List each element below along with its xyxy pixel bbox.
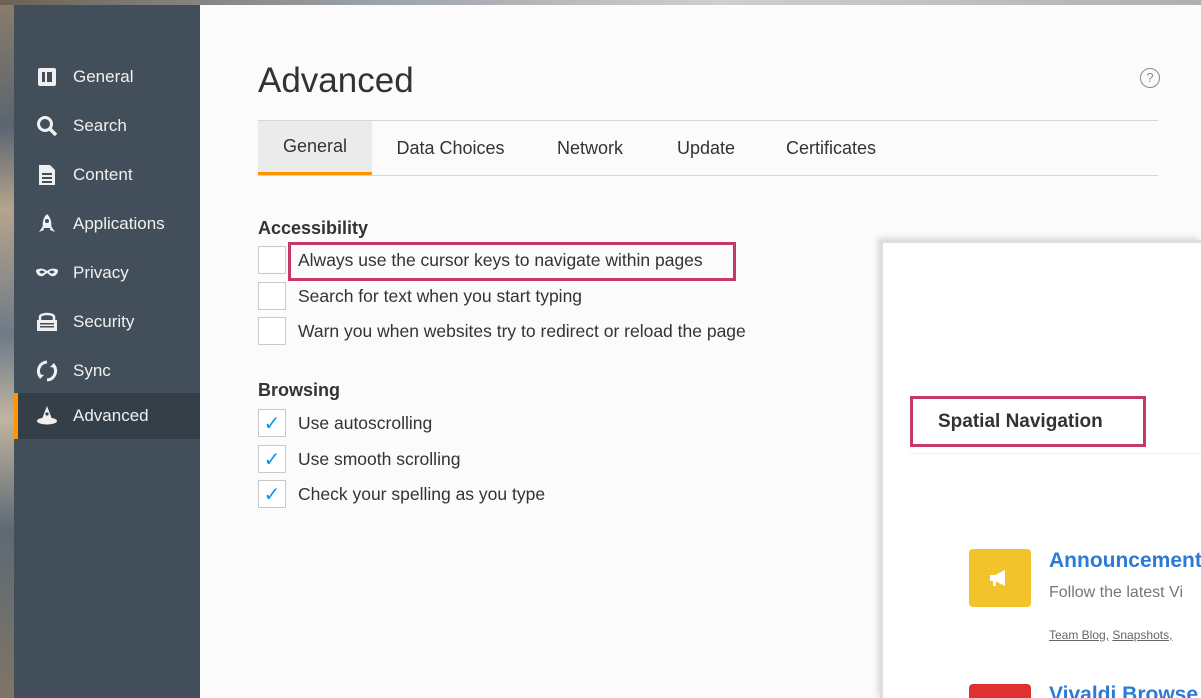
sidebar-item-label: Privacy [73,263,129,282]
megaphone-icon [969,549,1031,607]
sidebar-item-label: General [73,67,134,86]
checkbox-warn-redirect[interactable] [258,317,286,345]
sidebar-item-search[interactable]: Search [14,103,200,149]
sidebar-item-security[interactable]: Security [14,299,200,345]
sidebar-item-advanced[interactable]: Advanced [14,393,200,439]
sidebar-item-content[interactable]: Content [14,152,200,198]
advanced-icon [34,403,60,429]
checkbox-search-typing[interactable] [258,282,286,310]
accessibility-heading: Accessibility [258,218,369,238]
checkbox-spellcheck[interactable]: ✓ [258,480,286,508]
tab-update[interactable]: Update [660,121,752,175]
help-icon[interactable]: ? [1140,68,1160,88]
option-label: Use autoscrolling [298,412,433,433]
sidebar-item-general[interactable]: General [14,54,200,100]
option-label: Use smooth scrolling [298,448,461,469]
option-cursor-keys[interactable]: Always use the cursor keys to navigate w… [258,246,703,274]
highlight-frame: Spatial Navigation [910,396,1146,447]
tab-data-choices[interactable]: Data Choices [380,121,521,175]
sidebar-item-label: Sync [73,361,111,380]
announcement-description: Follow the latest Vi [1049,584,1183,601]
option-spellcheck[interactable]: ✓ Check your spelling as you type [258,480,545,508]
vivaldi-overlay-screenshot: Spatial Navigation Announcement Follow t… [880,240,1201,698]
sidebar-item-privacy[interactable]: Privacy [14,250,200,296]
sidebar-item-applications[interactable]: Applications [14,201,200,247]
divider [910,453,1201,454]
option-autoscrolling[interactable]: ✓ Use autoscrolling [258,409,432,437]
general-icon [34,64,60,90]
content-icon [34,162,60,188]
checkbox-autoscrolling[interactable]: ✓ [258,409,286,437]
checkbox-smooth-scrolling[interactable]: ✓ [258,445,286,473]
sync-icon [34,358,60,384]
option-label: Check your spelling as you type [298,483,546,504]
tab-general[interactable]: General [258,121,372,175]
option-smooth-scrolling[interactable]: ✓ Use smooth scrolling [258,445,460,473]
vivaldi-browser-link[interactable]: Vivaldi Browse [1049,683,1198,698]
sidebar-item-label: Security [73,312,135,331]
desktop-background [0,0,14,698]
option-label: Search for text when you start typing [298,285,583,306]
tab-certificates[interactable]: Certificates [772,121,890,175]
sidebar-item-label: Content [73,165,133,184]
announcement-link[interactable]: Announcement [1049,549,1201,573]
security-icon [34,309,60,335]
tab-network[interactable]: Network [542,121,638,175]
sidebar-item-label: Applications [73,214,165,233]
highlight-frame [288,242,736,281]
search-icon [34,113,60,139]
option-warn-redirect[interactable]: Warn you when websites try to redirect o… [258,317,746,345]
snapshots-link[interactable]: Snapshots, [1112,628,1172,642]
option-search-typing[interactable]: Search for text when you start typing [258,282,582,310]
sidebar-item-label: Search [73,116,127,135]
vivaldi-icon [969,684,1031,698]
page-title: Advanced [258,61,414,100]
divider [258,175,1158,176]
applications-icon [34,211,60,237]
option-label: Warn you when websites try to redirect o… [298,320,746,341]
sidebar: General Search Content Applications Priv… [14,5,200,698]
sidebar-item-sync[interactable]: Sync [14,348,200,394]
sidebar-item-label: Advanced [73,406,149,425]
announcement-links: Team Blog, Snapshots, [1049,628,1172,642]
spatial-navigation-heading: Spatial Navigation [938,411,1103,432]
browsing-heading: Browsing [258,380,341,400]
team-blog-link[interactable]: Team Blog, [1049,628,1109,642]
checkbox-cursor-keys[interactable] [258,246,286,274]
privacy-icon [34,260,60,286]
